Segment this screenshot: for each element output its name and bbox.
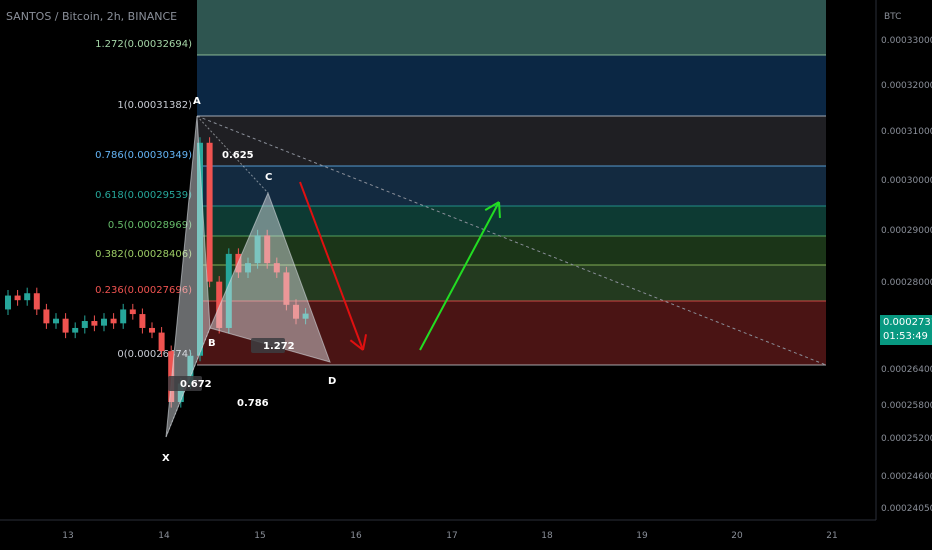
- candle-body: [72, 327, 79, 333]
- candle-body: [53, 318, 59, 324]
- ratio-label-ac: 0.786: [237, 398, 269, 409]
- candle-body: [206, 142, 213, 282]
- price-tick-label: 0.00032000: [881, 81, 932, 91]
- bullish-arrow-head: [498, 201, 501, 219]
- last-price-tag: 0.00027315 01:53:49: [880, 315, 932, 345]
- date-tick-label: 15: [254, 531, 265, 541]
- axis-currency: BTC: [884, 12, 901, 22]
- point-label-d: D: [328, 376, 336, 387]
- date-tick-label: 14: [158, 531, 170, 541]
- price-tick-label: 0.00025800: [881, 401, 932, 411]
- fib-level-label: 0.618(0.00029539): [95, 190, 192, 201]
- point-label-c: C: [265, 172, 272, 183]
- fib-band: [197, 166, 826, 206]
- fib-band: [197, 116, 826, 166]
- date-tick-label: 17: [446, 531, 457, 541]
- candle-body: [149, 327, 155, 333]
- last-price-countdown: 01:53:49: [883, 331, 928, 342]
- candle-body: [14, 295, 21, 301]
- last-price-value: 0.00027315: [883, 317, 932, 328]
- candle-body: [101, 318, 107, 326]
- fib-level-label: 0.5(0.00028969): [108, 220, 192, 231]
- date-tick-label: 19: [636, 531, 648, 541]
- price-tick-label: 0.00033000: [881, 36, 932, 46]
- candle-body: [129, 309, 136, 315]
- fib-band-top: [197, 0, 826, 55]
- price-tick-label: 0.00024050: [881, 504, 932, 514]
- candle-body: [24, 293, 31, 301]
- fib-band: [197, 206, 826, 236]
- price-tick-label: 0.00030000: [881, 176, 932, 186]
- candle-body: [110, 318, 117, 324]
- candle-body: [81, 321, 88, 328]
- candle-body: [120, 309, 127, 324]
- date-tick-label: 21: [826, 531, 837, 541]
- date-tick-label: 13: [62, 531, 73, 541]
- candle-body: [158, 332, 165, 352]
- candle-body: [139, 314, 146, 328]
- ratio-label-bd: 1.272: [263, 341, 295, 352]
- candle-body: [5, 295, 11, 310]
- date-tick-label: 20: [731, 531, 743, 541]
- price-tick-label: 0.00024600: [881, 472, 932, 482]
- price-tick-label: 0.00031000: [881, 127, 932, 137]
- point-label-b: B: [208, 338, 216, 349]
- point-label-a: A: [193, 96, 201, 107]
- fib-level-label: 1(0.00031382): [117, 100, 192, 111]
- ratio-label-xb: 0.672: [180, 379, 212, 390]
- ratio-label-xd: 0.625: [222, 150, 254, 161]
- candle-body: [43, 309, 50, 324]
- fib-band: [197, 55, 826, 116]
- price-tick-label: 0.00026400: [881, 365, 932, 375]
- price-tick-label: 0.00029000: [881, 226, 932, 236]
- fib-level-label: 0.786(0.00030349): [95, 150, 192, 161]
- fib-level-label: 0.236(0.00027696): [95, 285, 192, 296]
- candle-body: [62, 318, 69, 333]
- fib-level-label: 0.382(0.00028406): [95, 249, 192, 260]
- candle-body: [33, 293, 40, 310]
- candle-body: [91, 321, 98, 326]
- date-tick-label: 16: [350, 531, 362, 541]
- price-tick-label: 0.00025200: [881, 434, 932, 444]
- point-label-x: X: [162, 453, 170, 464]
- price-tick-label: 0.00028000: [881, 278, 932, 288]
- harmonic-chart[interactable]: 1.272(0.00032694) 1(0.00031382) 0.786(0.00…: [0, 0, 932, 550]
- date-tick-label: 18: [541, 531, 553, 541]
- fib-level-label: 1.272(0.00032694): [95, 39, 192, 50]
